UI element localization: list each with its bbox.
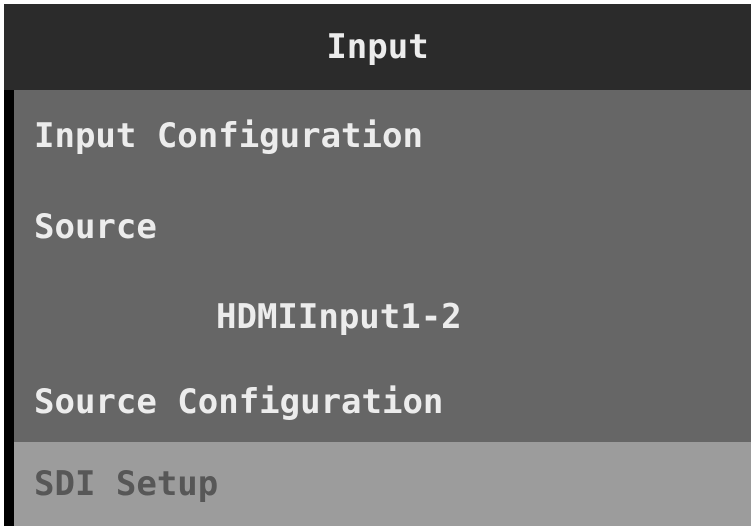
title-bar: Input: [4, 4, 751, 90]
input-menu: Input Configuration Source HDMIInput1-2 …: [14, 90, 751, 526]
menu-item-source[interactable]: Source: [14, 182, 751, 272]
menu-item-input-configuration[interactable]: Input Configuration: [14, 90, 751, 182]
osd-screen: Input Input Configuration Source HDMIInp…: [0, 0, 751, 530]
page-title: Input: [326, 27, 429, 67]
menu-item-source-configuration[interactable]: Source Configuration: [14, 362, 751, 442]
menu-item-sdi-setup[interactable]: SDI Setup: [14, 442, 751, 526]
source-value[interactable]: HDMIInput1-2: [14, 272, 751, 362]
